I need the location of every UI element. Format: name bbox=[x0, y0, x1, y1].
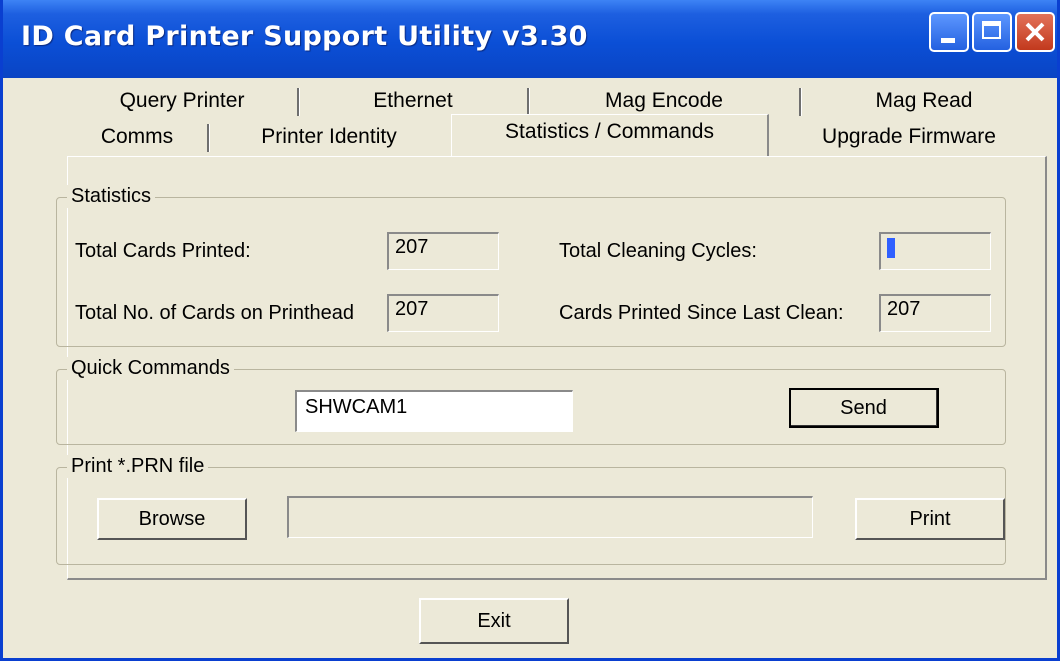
tab-panel-statistics-commands: Statistics Total Cards Printed: 207 Tota… bbox=[56, 156, 1047, 580]
statistics-group: Statistics Total Cards Printed: 207 Tota… bbox=[56, 185, 1006, 347]
printhead-cards-label: Total No. of Cards on Printhead bbox=[75, 302, 355, 324]
minimize-icon bbox=[941, 38, 955, 43]
since-clean-field: 207 bbox=[879, 294, 991, 332]
total-cards-field: 207 bbox=[387, 232, 499, 270]
print-button[interactable]: Print bbox=[855, 498, 1005, 540]
statistics-group-label: Statistics bbox=[67, 185, 156, 208]
print-prn-group: Print *.PRN file Browse Print bbox=[56, 455, 1006, 565]
close-icon bbox=[1025, 22, 1045, 42]
tab-upgrade-firmware[interactable]: Upgrade Firmware bbox=[771, 120, 1047, 156]
tab-row-front: Comms Printer Identity Statistics / Comm… bbox=[67, 114, 1047, 156]
quick-commands-group-label: Quick Commands bbox=[67, 357, 234, 380]
send-button[interactable]: Send bbox=[789, 388, 939, 428]
browse-button[interactable]: Browse bbox=[97, 498, 247, 540]
print-prn-group-label: Print *.PRN file bbox=[67, 455, 209, 478]
total-cards-label: Total Cards Printed: bbox=[75, 240, 251, 262]
tab-query-printer[interactable]: Query Printer bbox=[67, 84, 297, 120]
tab-printer-identity[interactable]: Printer Identity bbox=[209, 120, 449, 156]
app-window: ID Card Printer Support Utility v3.30 Qu… bbox=[0, 0, 1060, 661]
command-input[interactable]: SHWCAM1 bbox=[295, 390, 573, 432]
quick-commands-group: Quick Commands SHWCAM1 Send bbox=[56, 357, 1006, 445]
prn-file-path-field bbox=[287, 496, 813, 538]
exit-button[interactable]: Exit bbox=[419, 598, 569, 644]
text-cursor-icon bbox=[887, 237, 895, 258]
title-bar[interactable]: ID Card Printer Support Utility v3.30 bbox=[3, 0, 1057, 78]
tab-mag-read[interactable]: Mag Read bbox=[801, 84, 1047, 120]
window-title: ID Card Printer Support Utility v3.30 bbox=[21, 21, 588, 52]
cleaning-cycles-label: Total Cleaning Cycles: bbox=[559, 240, 757, 262]
close-button[interactable] bbox=[1015, 12, 1055, 52]
tab-statistics-commands[interactable]: Statistics / Commands bbox=[451, 114, 769, 156]
since-clean-label: Cards Printed Since Last Clean: bbox=[559, 302, 844, 324]
tab-comms[interactable]: Comms bbox=[67, 120, 207, 156]
minimize-button[interactable] bbox=[929, 12, 969, 52]
cleaning-cycles-field[interactable]: 0 bbox=[879, 232, 991, 270]
printhead-cards-field: 207 bbox=[387, 294, 499, 332]
maximize-button[interactable] bbox=[972, 12, 1012, 52]
maximize-icon bbox=[982, 21, 1001, 39]
